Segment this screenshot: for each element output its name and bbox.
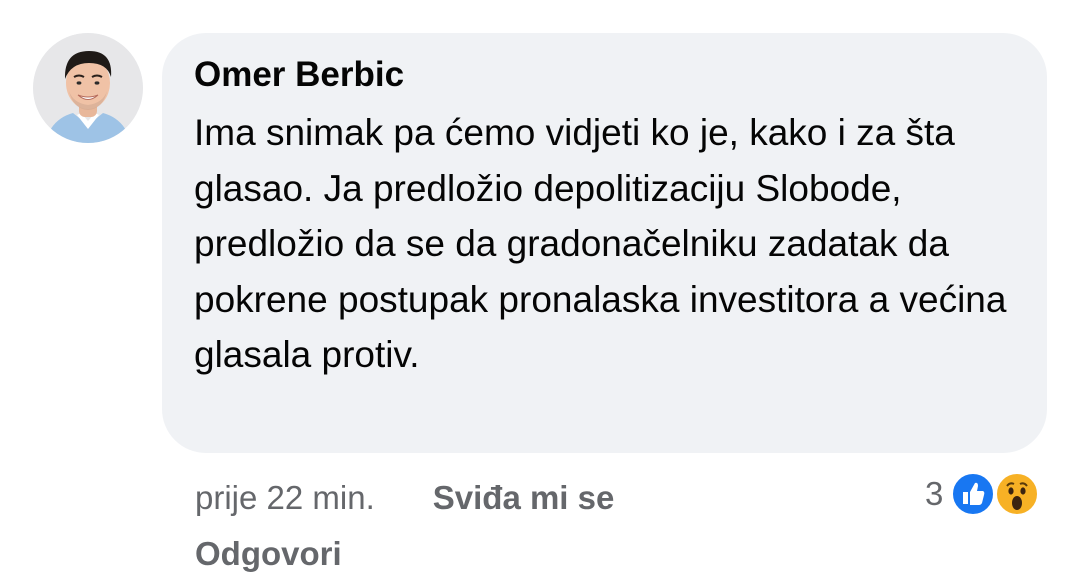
- reactions-summary[interactable]: 3: [925, 470, 1043, 518]
- comment: Omer Berbic Ima snimak pa ćemo vidjeti k…: [0, 0, 1080, 588]
- like-button[interactable]: Sviđa mi se: [433, 479, 615, 517]
- avatar[interactable]: [33, 33, 143, 143]
- wow-icon: [995, 472, 1040, 516]
- reaction-count: 3: [925, 475, 944, 512]
- timestamp[interactable]: prije 22 min.: [195, 479, 375, 517]
- comment-bubble: Omer Berbic Ima snimak pa ćemo vidjeti k…: [162, 33, 1047, 453]
- comment-text: Ima snimak pa ćemo vidjeti ko je, kako i…: [194, 112, 1007, 375]
- comment-meta: prije 22 min. Sviđa mi se: [195, 474, 614, 522]
- reaction-icons: [951, 470, 1043, 518]
- reply-button[interactable]: Odgovori: [195, 530, 342, 578]
- like-icon: [951, 472, 996, 516]
- author-name[interactable]: Omer Berbic: [194, 51, 1017, 99]
- avatar-image: [33, 33, 143, 143]
